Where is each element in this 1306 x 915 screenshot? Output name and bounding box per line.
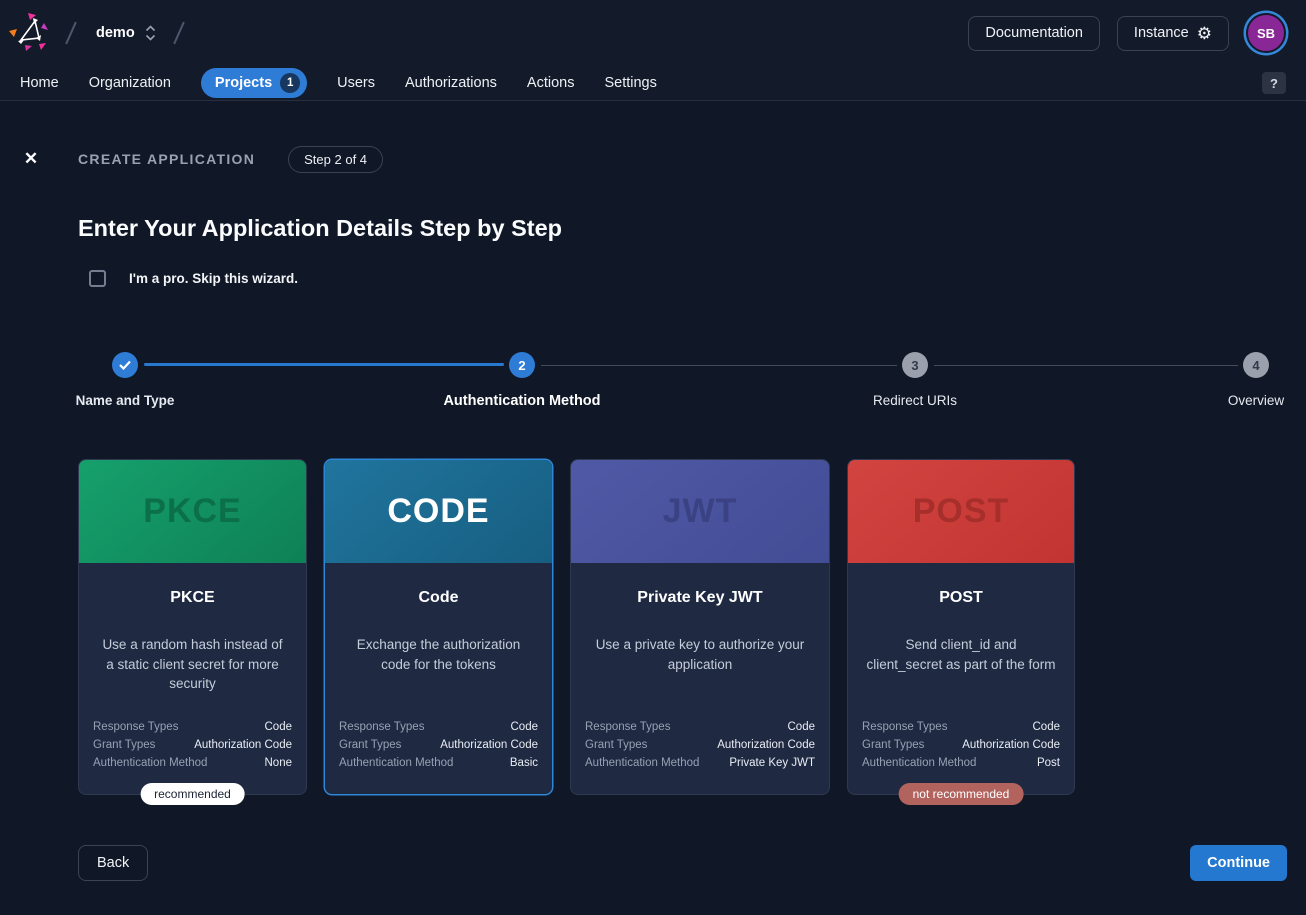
- spec-row: Grant Types Authorization Code: [585, 736, 815, 754]
- zitadel-logo-icon[interactable]: [8, 11, 52, 55]
- card-title: Private Key JWT: [637, 589, 762, 607]
- card-specs: Response Types Code Grant Types Authoriz…: [585, 718, 815, 772]
- instance-button-label: Instance: [1134, 25, 1189, 41]
- card-body: PKCE Use a random hash instead of a stat…: [79, 563, 306, 794]
- close-icon[interactable]: ✕: [20, 149, 42, 169]
- spec-row: Authentication Method Private Key JWT: [585, 754, 815, 772]
- top-bar: demo Documentation Instance ⚙ SB: [0, 0, 1306, 66]
- card-header-jwt: JWT: [571, 460, 829, 563]
- stepper-step-3-label: Redirect URIs: [873, 393, 957, 408]
- card-body: POST Send client_id and client_secret as…: [848, 563, 1074, 794]
- documentation-button-label: Documentation: [985, 25, 1083, 41]
- user-avatar[interactable]: SB: [1246, 13, 1286, 53]
- stepper-step-1-circle[interactable]: [112, 352, 138, 378]
- spec-row: Grant Types Authorization Code: [93, 736, 292, 754]
- not-recommended-badge: not recommended: [899, 783, 1024, 805]
- stepper-step-1-label: Name and Type: [76, 393, 175, 408]
- spec-row: Response Types Code: [93, 718, 292, 736]
- card-specs: Response Types Code Grant Types Authoriz…: [93, 718, 292, 772]
- avatar-initials: SB: [1257, 26, 1275, 41]
- card-description: Send client_id and client_secret as part…: [862, 635, 1060, 674]
- help-button[interactable]: ?: [1262, 72, 1286, 94]
- auth-method-card-jwt[interactable]: JWT Private Key JWT Use a private key to…: [570, 459, 830, 795]
- card-description: Use a private key to authorize your appl…: [585, 635, 815, 674]
- card-title: PKCE: [170, 589, 214, 607]
- continue-button[interactable]: Continue: [1190, 845, 1287, 881]
- check-icon: [119, 360, 131, 370]
- stepper-step-4-label: Overview: [1228, 393, 1284, 408]
- card-title: Code: [419, 589, 459, 607]
- card-body: Private Key JWT Use a private key to aut…: [571, 563, 829, 794]
- spec-row: Authentication Method None: [93, 754, 292, 772]
- spec-row: Grant Types Authorization Code: [862, 736, 1060, 754]
- stepper: 2 3 4 Name and Type Authentication Metho…: [0, 349, 1306, 411]
- nav-item-projects-label: Projects: [215, 75, 272, 91]
- stepper-connector-done: [144, 363, 504, 366]
- auth-method-card-pkce[interactable]: PKCE PKCE Use a random hash instead of a…: [78, 459, 307, 795]
- auth-method-card-post[interactable]: POST POST Send client_id and client_secr…: [847, 459, 1075, 795]
- nav-item-users[interactable]: Users: [337, 75, 375, 91]
- nav-item-actions[interactable]: Actions: [527, 75, 575, 91]
- app-header: demo Documentation Instance ⚙ SB Home Or…: [0, 0, 1306, 101]
- back-button[interactable]: Back: [78, 845, 148, 881]
- spec-row: Response Types Code: [339, 718, 538, 736]
- nav-item-settings[interactable]: Settings: [604, 75, 656, 91]
- card-description: Use a random hash instead of a static cl…: [93, 635, 292, 694]
- spec-row: Authentication Method Basic: [339, 754, 538, 772]
- recommended-badge: recommended: [140, 783, 245, 805]
- skip-wizard-row: I'm a pro. Skip this wizard.: [89, 269, 1306, 287]
- stepper-connector: [541, 365, 897, 366]
- stepper-step-2-label: Authentication Method: [443, 393, 600, 409]
- skip-wizard-label: I'm a pro. Skip this wizard.: [129, 271, 298, 286]
- documentation-button[interactable]: Documentation: [968, 16, 1100, 51]
- top-bar-actions: Documentation Instance ⚙ SB: [968, 13, 1286, 53]
- nav-item-home[interactable]: Home: [20, 75, 59, 91]
- breadcrumb-divider: [65, 22, 77, 45]
- org-switcher-label[interactable]: demo: [96, 25, 135, 41]
- spec-row: Response Types Code: [862, 718, 1060, 736]
- spec-row: Grant Types Authorization Code: [339, 736, 538, 754]
- card-title: POST: [939, 589, 983, 607]
- stepper-step-4-circle[interactable]: 4: [1243, 352, 1269, 378]
- nav-item-authorizations[interactable]: Authorizations: [405, 75, 497, 91]
- gear-icon: ⚙: [1197, 25, 1212, 42]
- spec-row: Response Types Code: [585, 718, 815, 736]
- chevron-updown-icon[interactable]: [145, 25, 156, 41]
- card-body: Code Exchange the authorization code for…: [325, 563, 552, 794]
- stepper-step-2-circle[interactable]: 2: [509, 352, 535, 378]
- wizard-page: ✕ CREATE APPLICATION Step 2 of 4 Enter Y…: [0, 145, 1306, 881]
- main-nav: Home Organization Projects 1 Users Autho…: [0, 66, 1306, 100]
- wizard-header: ✕ CREATE APPLICATION Step 2 of 4: [20, 145, 1286, 173]
- skip-wizard-checkbox[interactable]: [89, 270, 106, 287]
- card-header-pkce: PKCE: [79, 460, 306, 563]
- nav-item-projects[interactable]: Projects 1: [201, 68, 307, 98]
- card-header-post: POST: [848, 460, 1074, 563]
- stepper-connector: [934, 365, 1238, 366]
- nav-item-organization[interactable]: Organization: [89, 75, 171, 91]
- breadcrumb-divider: [173, 22, 185, 45]
- stepper-step-3-circle[interactable]: 3: [902, 352, 928, 378]
- step-chip: Step 2 of 4: [288, 146, 383, 173]
- auth-method-card-code[interactable]: CODE Code Exchange the authorization cod…: [324, 459, 553, 795]
- spec-row: Authentication Method Post: [862, 754, 1060, 772]
- card-description: Exchange the authorization code for the …: [339, 635, 538, 674]
- auth-method-cards: PKCE PKCE Use a random hash instead of a…: [78, 459, 1306, 795]
- page-title: Enter Your Application Details Step by S…: [78, 213, 1306, 243]
- wizard-footer: Back Continue: [78, 845, 1287, 881]
- card-header-code: CODE: [325, 460, 552, 563]
- instance-button[interactable]: Instance ⚙: [1117, 16, 1229, 51]
- card-specs: Response Types Code Grant Types Authoriz…: [862, 718, 1060, 772]
- projects-count-badge: 1: [280, 73, 300, 93]
- card-specs: Response Types Code Grant Types Authoriz…: [339, 718, 538, 772]
- wizard-kicker: CREATE APPLICATION: [78, 151, 255, 167]
